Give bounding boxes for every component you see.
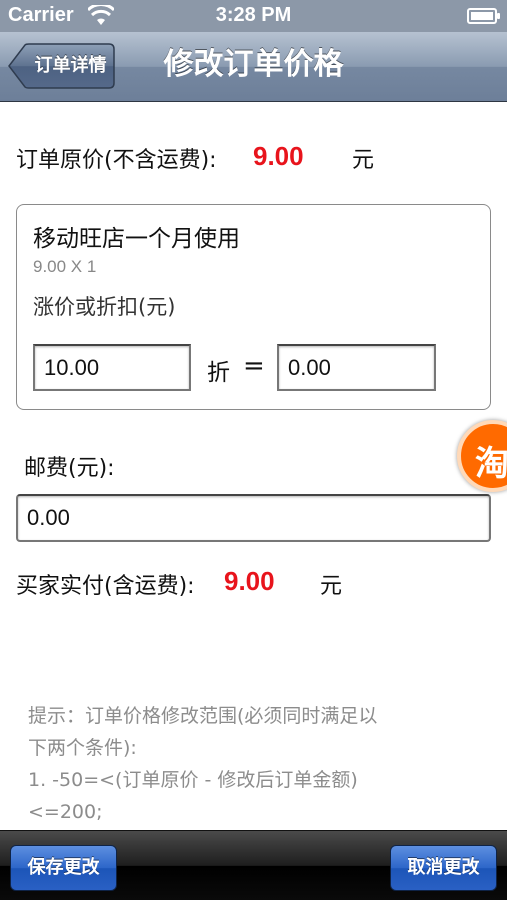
hint-line: <=200;: [28, 801, 103, 823]
price-change-hint: 提示：订单价格修改范围(必须同时满足以 下两个条件): 1. -50=<(订单原…: [28, 700, 448, 828]
discount-unit-label: 折: [207, 360, 230, 386]
hint-line: 1. -50=<(订单原价 - 修改后订单金额): [28, 769, 358, 791]
postage-label: 邮费(元):: [24, 456, 115, 481]
hint-line: 下两个条件):: [28, 737, 137, 759]
buyer-pay-value: 9.00: [224, 566, 275, 596]
navigation-bar: 订单详情 修改订单价格: [0, 32, 507, 102]
bottom-toolbar: 保存更改 取消更改: [0, 830, 507, 900]
page-title: 修改订单价格: [163, 47, 344, 82]
buyer-pay-unit: 元: [320, 574, 343, 599]
equals-sign: =: [243, 351, 265, 381]
hint-line: 提示：订单价格修改范围(必须同时满足以: [28, 705, 378, 727]
discount-input[interactable]: 10.00: [33, 344, 191, 391]
badge-label: 淘: [475, 444, 507, 484]
status-bar: Carrier 3:28 PM: [0, 0, 507, 32]
order-item-card: 移动旺店一个月使用 9.00 X 1 涨价或折扣(元) 10.00 折 = 0.…: [16, 204, 491, 410]
postage-input[interactable]: 0.00: [16, 494, 491, 542]
item-name: 移动旺店一个月使用: [33, 226, 240, 252]
discounted-price-input[interactable]: 0.00: [277, 344, 436, 391]
floating-taobao-badge[interactable]: 淘: [457, 420, 507, 492]
original-price-label: 订单原价(不含运费):: [16, 148, 217, 173]
buyer-pay-label: 买家实付(含运费):: [16, 574, 195, 599]
discount-label: 涨价或折扣(元): [33, 295, 176, 319]
original-price-value: 9.00: [253, 141, 304, 171]
battery-icon: [467, 8, 500, 24]
back-button-label: 订单详情: [34, 55, 107, 76]
original-price-unit: 元: [352, 148, 375, 173]
item-quantity: 9.00 X 1: [33, 257, 97, 276]
back-button[interactable]: 订单详情: [8, 43, 115, 89]
cancel-button[interactable]: 取消更改: [390, 845, 497, 891]
save-button[interactable]: 保存更改: [10, 845, 117, 891]
clock: 3:28 PM: [215, 4, 292, 26]
